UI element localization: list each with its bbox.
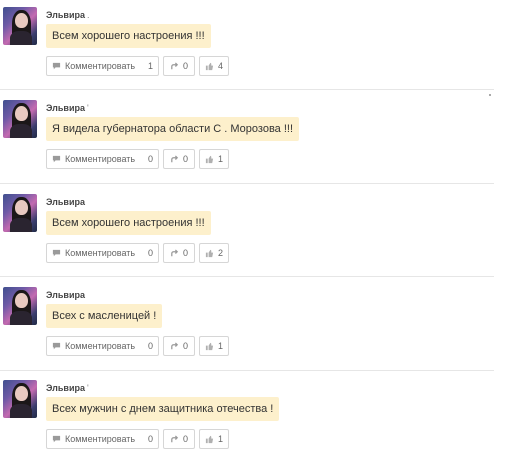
- comment-count: 0: [147, 154, 153, 164]
- thumbs-up-icon: [205, 62, 214, 71]
- post: Эльвира. Всем хорошего настроения !!! Ко…: [0, 0, 494, 93]
- author-name-text[interactable]: Эльвира: [46, 290, 85, 300]
- avatar[interactable]: [3, 7, 37, 45]
- comment-label: Комментировать: [65, 434, 136, 444]
- speech-bubble-icon: [52, 249, 61, 258]
- post-text: Я видела губернатора области С . Морозов…: [46, 117, 300, 141]
- reshare-count: 0: [182, 61, 188, 71]
- avatar[interactable]: [3, 100, 37, 138]
- post-text: Всех мужчин с днем защитника отечества !: [46, 397, 280, 421]
- like-count: 2: [218, 248, 224, 258]
- thumbs-up-icon: [205, 342, 214, 351]
- reshare-count: 0: [182, 248, 188, 258]
- comment-button[interactable]: Комментировать 0: [46, 243, 159, 263]
- post-actions: Комментировать 0 0 1: [46, 429, 229, 449]
- comment-count: 0: [147, 341, 153, 351]
- speech-bubble-icon: [52, 62, 61, 71]
- reshare-button[interactable]: 0: [163, 149, 195, 169]
- like-count: 4: [218, 61, 224, 71]
- post: Эльвира Всем хорошего настроения !!! Ком…: [0, 187, 494, 280]
- author-suffix: .: [87, 10, 90, 20]
- post: Эльвира ' Я видела губернатора области С …: [0, 93, 494, 186]
- author-name-text[interactable]: Эльвира: [46, 10, 85, 20]
- author-name-text[interactable]: Эльвира: [46, 383, 85, 393]
- speech-bubble-icon: [52, 435, 61, 444]
- reshare-arrow-icon: [170, 154, 179, 164]
- post-text: Всех с масленицей !: [46, 304, 163, 328]
- author-name-text[interactable]: Эльвира: [46, 197, 85, 207]
- author-name[interactable]: Эльвира: [46, 290, 87, 300]
- reshare-button[interactable]: 0: [163, 56, 195, 76]
- comment-button[interactable]: Комментировать 1: [46, 56, 159, 76]
- like-button[interactable]: 1: [199, 149, 229, 169]
- thumbs-up-icon: [205, 435, 214, 444]
- divider: [0, 370, 494, 371]
- like-count: 1: [218, 434, 224, 444]
- comment-label: Комментировать: [65, 248, 136, 258]
- post: Эльвира ' Всех мужчин с днем защитника от…: [0, 373, 494, 452]
- post-actions: Комментировать 0 0 1: [46, 336, 229, 356]
- comment-count: 0: [147, 248, 153, 258]
- author-suffix: ': [87, 383, 89, 393]
- comment-button[interactable]: Комментировать 0: [46, 336, 159, 356]
- author-name[interactable]: Эльвира ': [46, 103, 89, 113]
- like-count: 1: [218, 154, 224, 164]
- post-actions: Комментировать 0 0 2: [46, 243, 229, 263]
- reshare-arrow-icon: [170, 341, 179, 351]
- comment-count: 0: [147, 434, 153, 444]
- reshare-button[interactable]: 0: [163, 429, 195, 449]
- post-actions: Комментировать 0 0 1: [46, 149, 229, 169]
- post-actions: Комментировать 1 0 4: [46, 56, 229, 76]
- comment-button[interactable]: Комментировать 0: [46, 149, 159, 169]
- post-text: Всем хорошего настроения !!!: [46, 211, 211, 235]
- like-button[interactable]: 1: [199, 429, 229, 449]
- author-name[interactable]: Эльвира ': [46, 383, 89, 393]
- thumbs-up-icon: [205, 155, 214, 164]
- comment-count: 1: [147, 61, 153, 71]
- author-suffix: ': [87, 103, 89, 113]
- speech-bubble-icon: [52, 155, 61, 164]
- reshare-count: 0: [182, 434, 188, 444]
- post: Эльвира Всех с масленицей ! Комментирова…: [0, 280, 494, 373]
- reshare-button[interactable]: 0: [163, 336, 195, 356]
- like-button[interactable]: 1: [199, 336, 229, 356]
- divider: [0, 89, 494, 90]
- like-button[interactable]: 2: [199, 243, 229, 263]
- reshare-button[interactable]: 0: [163, 243, 195, 263]
- reshare-arrow-icon: [170, 434, 179, 444]
- divider: [0, 183, 494, 184]
- reshare-count: 0: [182, 341, 188, 351]
- reshare-arrow-icon: [170, 61, 179, 71]
- thumbs-up-icon: [205, 249, 214, 258]
- author-name-text[interactable]: Эльвира: [46, 103, 85, 113]
- author-name[interactable]: Эльвира.: [46, 10, 90, 20]
- comment-label: Комментировать: [65, 61, 136, 71]
- avatar[interactable]: [3, 194, 37, 232]
- reshare-arrow-icon: [170, 248, 179, 258]
- avatar[interactable]: [3, 380, 37, 418]
- divider: [0, 276, 494, 277]
- reshare-count: 0: [182, 154, 188, 164]
- avatar[interactable]: [3, 287, 37, 325]
- like-button[interactable]: 4: [199, 56, 229, 76]
- post-text: Всем хорошего настроения !!!: [46, 24, 211, 48]
- comment-label: Комментировать: [65, 341, 136, 351]
- comment-label: Комментировать: [65, 154, 136, 164]
- like-count: 1: [218, 341, 224, 351]
- author-name[interactable]: Эльвира: [46, 197, 87, 207]
- speech-bubble-icon: [52, 342, 61, 351]
- comment-button[interactable]: Комментировать 0: [46, 429, 159, 449]
